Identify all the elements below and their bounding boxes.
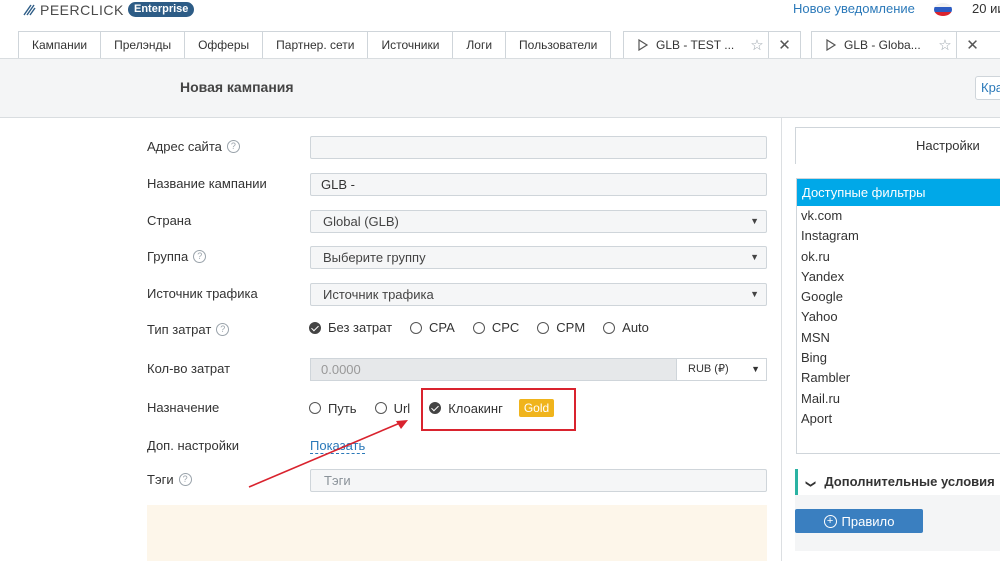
filter-item[interactable]: Rambler bbox=[797, 368, 1000, 388]
app-window: PEERCLICK Enterprise Новое уведомление 2… bbox=[0, 0, 1000, 561]
chevron-down-icon: ❯ bbox=[805, 479, 817, 489]
filter-item[interactable]: Aport bbox=[797, 409, 1000, 429]
plus-circle-icon: + bbox=[823, 514, 837, 528]
filter-item[interactable]: vk.com bbox=[797, 206, 1000, 226]
filters-header: Доступные фильтры bbox=[797, 179, 1000, 206]
filter-item[interactable]: Google bbox=[797, 287, 1000, 307]
add-rule-label: Правило bbox=[841, 513, 895, 529]
filter-item[interactable]: Mail.ru bbox=[797, 389, 1000, 409]
filter-item[interactable]: ok.ru bbox=[797, 247, 1000, 267]
column-divider bbox=[781, 118, 782, 561]
filter-item[interactable]: Yandex bbox=[797, 267, 1000, 287]
available-filters-list: Доступные фильтры vk.com Instagram ok.ru… bbox=[796, 178, 1000, 454]
conditions-header[interactable]: ❯ Дополнительные условия bbox=[795, 469, 1000, 495]
conditions-title: Дополнительные условия bbox=[824, 474, 995, 489]
filter-item[interactable]: MSN bbox=[797, 328, 1000, 348]
filter-item[interactable]: Instagram bbox=[797, 226, 1000, 246]
filter-item[interactable]: Yahoo bbox=[797, 307, 1000, 327]
filter-item[interactable]: Bing bbox=[797, 348, 1000, 368]
add-rule-button[interactable]: + Правило bbox=[795, 509, 923, 533]
tab-settings[interactable]: Настройки bbox=[795, 127, 1000, 164]
